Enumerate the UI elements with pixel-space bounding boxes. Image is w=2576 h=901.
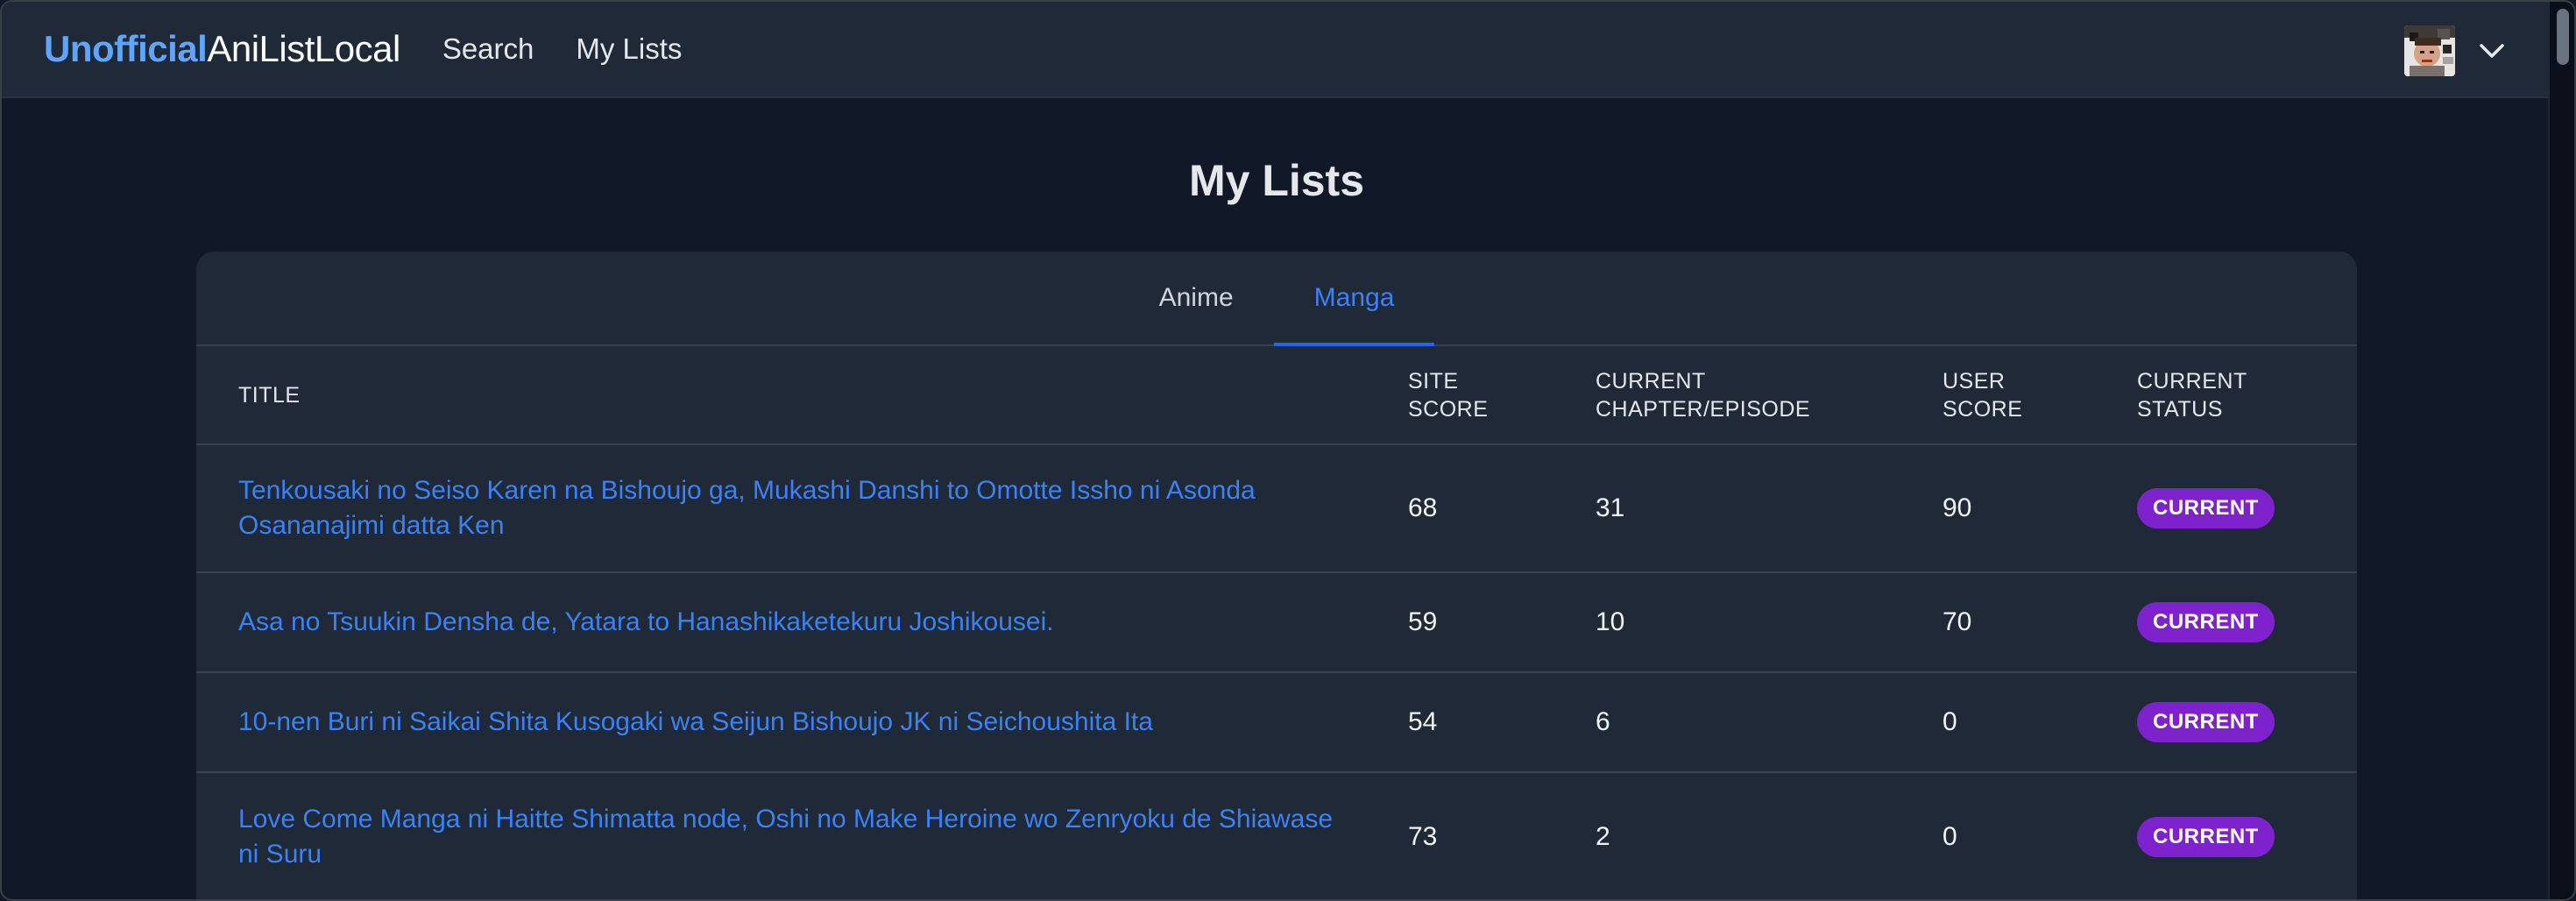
- table-row: 10-nen Buri ni Saikai Shita Kusogaki wa …: [196, 671, 2357, 772]
- manga-list-table: TITLE SITE SCORE CURRENT CHAPTER/EPISODE U…: [196, 346, 2357, 899]
- status-badge: CURRENT: [2137, 816, 2275, 857]
- user-score: 0: [1943, 771, 2137, 899]
- row-title-cell: Asa no Tsuukin Densha de, Yatara to Hana…: [196, 571, 1408, 672]
- brand-part-unofficial: Unofficial: [44, 28, 208, 69]
- brand-part-anilistlocal: AniListLocal: [207, 28, 400, 69]
- status-cell: CURRENT: [2137, 771, 2357, 899]
- row-title-cell: Love Come Manga ni Haitte Shimatta node,…: [196, 771, 1408, 899]
- col-header-user-score-l1: USER: [1943, 368, 2006, 394]
- site-score: 54: [1408, 671, 1596, 772]
- page-scrollbar[interactable]: [2548, 2, 2574, 899]
- status-cell: CURRENT: [2137, 571, 2357, 672]
- site-score: 68: [1408, 443, 1596, 572]
- status-cell: CURRENT: [2137, 671, 2357, 772]
- title-line: Tenkousaki no Seiso Karen na Bishoujo ga…: [238, 476, 1256, 505]
- brand-logo[interactable]: UnofficialAniListLocal: [44, 28, 400, 70]
- scrollbar-thumb[interactable]: [2557, 9, 2569, 65]
- col-header-status-l1: CURRENT: [2137, 368, 2247, 394]
- table-row: Love Come Manga ni Haitte Shimatta node,…: [196, 771, 2357, 899]
- page-title: My Lists: [1188, 156, 1365, 205]
- status-cell: CURRENT: [2137, 443, 2357, 572]
- col-header-progress-l2: CHAPTER/EPISODE: [1596, 396, 1811, 422]
- status-badge: CURRENT: [2137, 702, 2275, 742]
- progress-value: 31: [1596, 443, 1943, 572]
- app-window: UnofficialAniListLocal Search My Lists M…: [0, 0, 2576, 901]
- site-score: 59: [1408, 571, 1596, 672]
- user-avatar[interactable]: [2404, 25, 2455, 76]
- table-row: Asa no Tsuukin Densha de, Yatara to Hana…: [196, 571, 2357, 672]
- tab-anime[interactable]: Anime: [1119, 252, 1274, 344]
- row-title-cell: Tenkousaki no Seiso Karen na Bishoujo ga…: [196, 443, 1408, 572]
- lists-card: Anime Manga TITLE SITE SCORE CURRENT CHAPT…: [196, 252, 2357, 899]
- col-header-status: CURRENT STATUS: [2137, 346, 2357, 444]
- table-header-row: TITLE SITE SCORE CURRENT CHAPTER/EPISODE U…: [196, 346, 2357, 444]
- manga-title-link[interactable]: 10-nen Buri ni Saikai Shita Kusogaki wa …: [238, 707, 1153, 736]
- progress-value: 6: [1596, 671, 1943, 772]
- status-badge: CURRENT: [2137, 602, 2275, 642]
- col-header-user-score-l2: SCORE: [1943, 396, 2023, 422]
- manga-title-link[interactable]: Love Come Manga ni Haitte Shimatta node,…: [238, 805, 1333, 869]
- title-line: Love Come Manga ni Haitte Shimatta node,…: [238, 804, 1333, 834]
- progress-value: 2: [1596, 771, 1943, 899]
- tab-manga[interactable]: Manga: [1273, 252, 1435, 346]
- col-header-site-score-l2: SCORE: [1408, 396, 1489, 422]
- col-header-site-score: SITE SCORE: [1408, 346, 1596, 444]
- col-header-site-score-l1: SITE: [1408, 368, 1459, 394]
- manga-title-link[interactable]: Asa no Tsuukin Densha de, Yatara to Hana…: [238, 607, 1054, 636]
- site-score: 73: [1408, 771, 1596, 899]
- manga-title-link[interactable]: Tenkousaki no Seiso Karen na Bishoujo ga…: [238, 476, 1256, 540]
- user-menu[interactable]: [2404, 25, 2509, 76]
- col-header-title: TITLE: [196, 346, 1408, 444]
- col-header-user-score: USER SCORE: [1943, 346, 2137, 444]
- progress-value: 10: [1596, 571, 1943, 672]
- table-row: Tenkousaki no Seiso Karen na Bishoujo ga…: [196, 443, 2357, 572]
- nav-link-search[interactable]: Search: [442, 32, 534, 66]
- col-header-title-text: TITLE: [238, 382, 301, 408]
- user-score: 90: [1943, 443, 2137, 572]
- col-header-progress-l1: CURRENT: [1596, 368, 1706, 394]
- title-line: Osananajimi datta Ken: [238, 511, 505, 540]
- top-navbar: UnofficialAniListLocal Search My Lists: [2, 2, 2551, 98]
- col-header-progress: CURRENT CHAPTER/EPISODE: [1596, 346, 1943, 444]
- list-type-tabs: Anime Manga: [196, 252, 2357, 346]
- status-badge: CURRENT: [2137, 488, 2275, 529]
- user-score: 70: [1943, 571, 2137, 672]
- row-title-cell: 10-nen Buri ni Saikai Shita Kusogaki wa …: [196, 671, 1408, 772]
- title-line: ni Suru: [238, 839, 322, 869]
- col-header-status-l2: STATUS: [2137, 396, 2223, 422]
- nav-link-my-lists[interactable]: My Lists: [576, 32, 682, 66]
- chevron-down-icon[interactable]: [2474, 33, 2509, 68]
- user-score: 0: [1943, 671, 2137, 772]
